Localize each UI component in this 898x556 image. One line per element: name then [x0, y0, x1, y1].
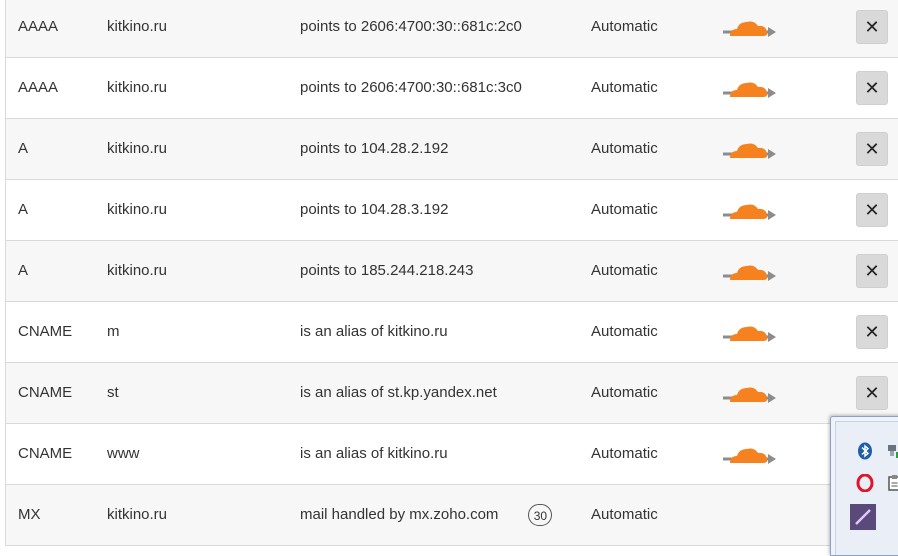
clipboard-icon[interactable]	[886, 474, 898, 492]
orange-cloud-icon	[723, 82, 776, 98]
record-name[interactable]: kitkino.ru	[107, 0, 167, 57]
dns-record-row: AAAA kitkino.ru points to 2606:4700:30::…	[6, 58, 898, 119]
record-value[interactable]: points to 104.28.2.192	[300, 119, 448, 179]
record-type: A	[18, 201, 29, 218]
orange-cloud-icon	[723, 143, 776, 159]
dns-record-row: CNAME m is an alias of kitkino.ru Automa…	[6, 302, 898, 363]
record-name[interactable]: kitkino.ru	[107, 180, 167, 240]
dns-record-row: A kitkino.ru points to 104.28.3.192 Auto…	[6, 180, 898, 241]
system-tray-panel	[835, 421, 898, 555]
proxy-status-toggle[interactable]	[721, 58, 777, 118]
record-type: A	[18, 140, 29, 157]
dns-record-row: CNAME www is an alias of kitkino.ru Auto…	[6, 424, 898, 485]
record-type: AAAA	[18, 79, 59, 96]
orange-cloud-icon	[723, 204, 776, 220]
orange-cloud-icon	[723, 21, 776, 37]
orange-cloud-icon	[723, 326, 776, 342]
proxy-status-toggle[interactable]	[721, 0, 777, 57]
record-ttl[interactable]: Automatic	[591, 58, 658, 118]
orange-cloud-icon	[723, 387, 776, 403]
proxy-status-toggle[interactable]	[721, 180, 777, 240]
delete-record-button[interactable]: ✕	[856, 71, 888, 105]
dns-record-row: A kitkino.ru points to 104.28.2.192 Auto…	[6, 119, 898, 180]
dns-record-row: A kitkino.ru points to 185.244.218.243 A…	[6, 241, 898, 302]
record-ttl[interactable]: Automatic	[591, 302, 658, 362]
delete-record-button[interactable]: ✕	[856, 376, 888, 410]
record-ttl[interactable]: Automatic	[591, 180, 658, 240]
proxy-status-toggle[interactable]	[721, 424, 777, 484]
record-name[interactable]: kitkino.ru	[107, 485, 167, 545]
record-value[interactable]: is an alias of st.kp.yandex.net	[300, 363, 497, 423]
proxy-status-toggle[interactable]	[721, 119, 777, 179]
record-name[interactable]: kitkino.ru	[107, 58, 167, 118]
record-value[interactable]: points to 2606:4700:30::681c:2c0	[300, 0, 522, 57]
delete-record-button[interactable]: ✕	[856, 254, 888, 288]
mx-priority-badge[interactable]: 30	[528, 504, 553, 527]
dns-record-row: AAAA kitkino.ru points to 2606:4700:30::…	[6, 0, 898, 58]
record-name[interactable]: kitkino.ru	[107, 119, 167, 179]
delete-record-button[interactable]: ✕	[856, 193, 888, 227]
record-name[interactable]: m	[107, 302, 120, 362]
record-type: AAAA	[18, 18, 59, 35]
record-type: CNAME	[18, 384, 73, 401]
record-ttl[interactable]: Automatic	[591, 363, 658, 423]
record-ttl[interactable]: Automatic	[591, 0, 658, 57]
record-ttl[interactable]: Automatic	[591, 119, 658, 179]
record-value[interactable]: points to 104.28.3.192	[300, 180, 448, 240]
pen-icon[interactable]	[850, 504, 876, 530]
bluetooth-icon[interactable]	[856, 442, 874, 460]
orange-cloud-icon	[723, 448, 776, 464]
delete-record-button[interactable]: ✕	[856, 10, 888, 44]
delete-record-button[interactable]: ✕	[856, 315, 888, 349]
dns-records-table: AAAA kitkino.ru points to 2606:4700:30::…	[5, 0, 898, 546]
dns-record-row: MX kitkino.ru mail handled by mx.zoho.co…	[6, 485, 898, 546]
record-name[interactable]: st	[107, 363, 119, 423]
record-ttl[interactable]: Automatic	[591, 424, 658, 484]
proxy-status-toggle[interactable]	[721, 241, 777, 301]
record-ttl[interactable]: Automatic	[591, 241, 658, 301]
record-value[interactable]: points to 185.244.218.243	[300, 241, 473, 301]
record-value[interactable]: is an alias of kitkino.ru	[300, 424, 448, 484]
system-tray-popup	[830, 416, 898, 556]
dns-record-row: CNAME st is an alias of st.kp.yandex.net…	[6, 363, 898, 424]
record-name[interactable]: kitkino.ru	[107, 241, 167, 301]
record-value[interactable]: points to 2606:4700:30::681c:3c0	[300, 58, 522, 118]
record-name[interactable]: www	[107, 424, 140, 484]
network-icon[interactable]	[886, 442, 898, 460]
record-ttl[interactable]: Automatic	[591, 485, 658, 545]
record-type: CNAME	[18, 323, 73, 340]
record-type: A	[18, 262, 29, 279]
delete-record-button[interactable]: ✕	[856, 132, 888, 166]
record-value[interactable]: is an alias of kitkino.ru	[300, 302, 448, 362]
record-type: MX	[18, 506, 41, 523]
record-value[interactable]: mail handled by mx.zoho.com	[300, 506, 498, 523]
orange-cloud-icon	[723, 265, 776, 281]
proxy-status-toggle[interactable]	[721, 302, 777, 362]
opera-icon[interactable]	[856, 474, 874, 492]
record-type: CNAME	[18, 445, 73, 462]
record-value-wrap: mail handled by mx.zoho.com 30	[300, 485, 553, 545]
proxy-status-toggle[interactable]	[721, 363, 777, 423]
